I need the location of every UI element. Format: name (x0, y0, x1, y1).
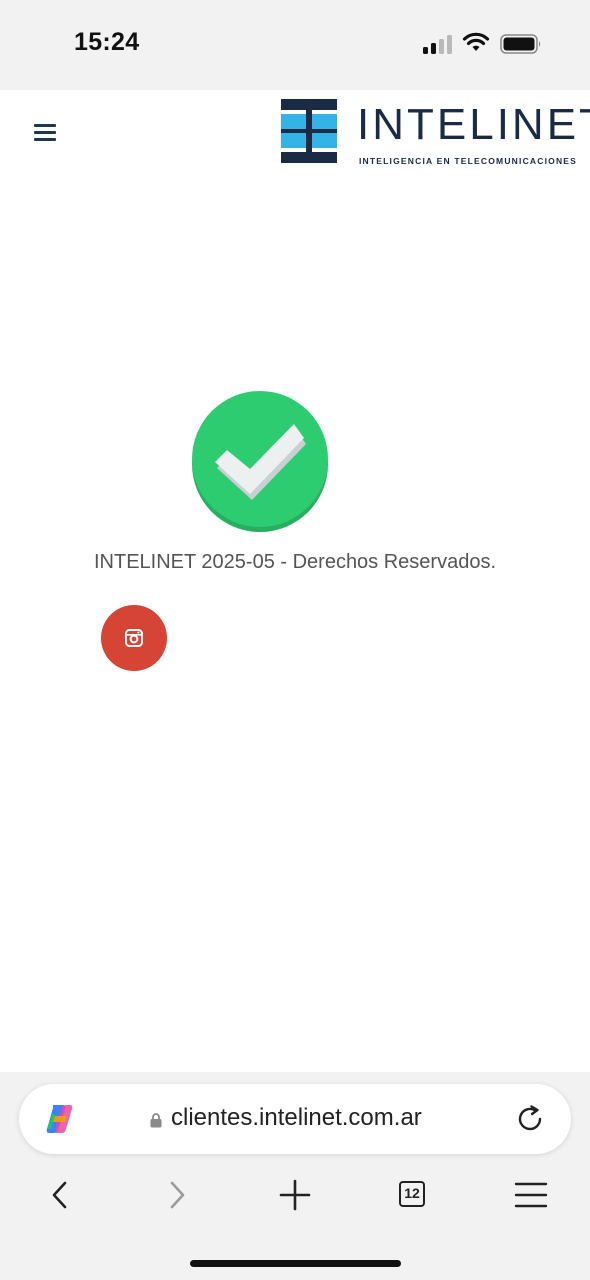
status-bar: 15:24 (0, 0, 590, 90)
menu-icon (514, 1182, 548, 1208)
url-text[interactable]: clientes.intelinet.com.ar (171, 1104, 422, 1132)
address-bar[interactable]: clientes.intelinet.com.ar (19, 1084, 571, 1154)
forward-button[interactable] (158, 1172, 198, 1218)
success-check-icon (192, 391, 328, 532)
logo-mark-icon (281, 99, 337, 163)
intelinet-logo[interactable]: INTELINET INTELIGENCIA EN TELECOMUNICACI… (281, 99, 590, 166)
browser-menu-button[interactable] (511, 1172, 551, 1218)
new-tab-button[interactable] (275, 1172, 315, 1218)
battery-icon (500, 34, 541, 54)
reload-icon[interactable] (515, 1104, 545, 1134)
chevron-left-icon (52, 1181, 67, 1209)
lock-icon (150, 1113, 162, 1128)
instagram-button[interactable] (101, 605, 167, 671)
plus-icon (279, 1179, 311, 1211)
site-header: INTELINET INTELIGENCIA EN TELECOMUNICACI… (0, 90, 590, 180)
footer-copyright: INTELINET 2025-05 - Derechos Reservados. (93, 551, 497, 573)
instagram-icon (125, 629, 143, 647)
logo-name: INTELINET (357, 100, 590, 149)
hamburger-menu-icon[interactable] (34, 124, 56, 142)
home-indicator (190, 1260, 401, 1267)
browser-nav: 12 (0, 1172, 590, 1222)
copilot-icon[interactable] (43, 1102, 77, 1136)
wifi-icon (462, 32, 490, 51)
tabs-button[interactable]: 12 (397, 1172, 437, 1218)
cellular-signal-icon (423, 35, 452, 54)
browser-toolbar: clientes.intelinet.com.ar 12 (0, 1072, 590, 1280)
status-time: 15:24 (74, 28, 140, 56)
chevron-right-icon (170, 1181, 185, 1209)
logo-tagline: INTELIGENCIA EN TELECOMUNICACIONES (359, 156, 578, 166)
back-button[interactable] (40, 1172, 80, 1218)
tab-count: 12 (399, 1181, 425, 1207)
